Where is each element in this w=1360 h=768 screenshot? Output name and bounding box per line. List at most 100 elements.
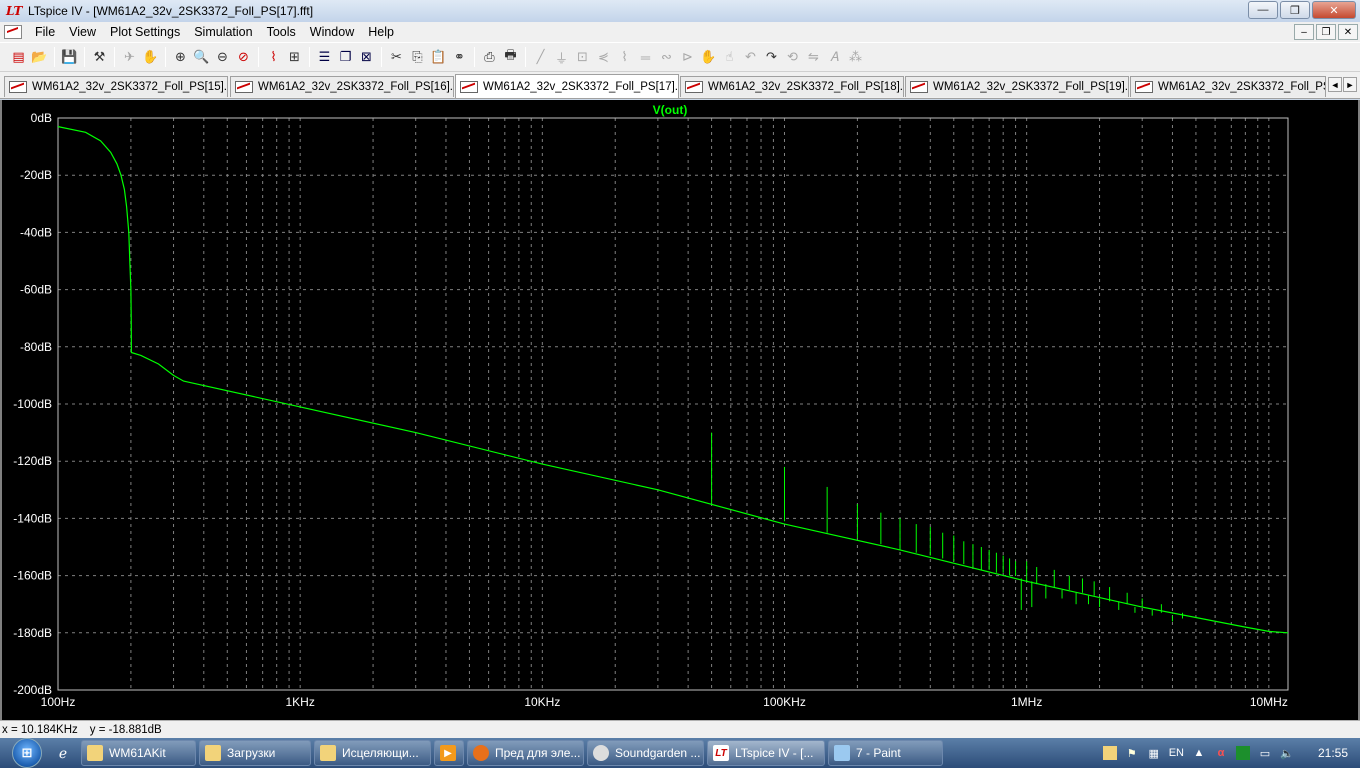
taskbar-item-folder[interactable]: Исцеляющи... (314, 740, 431, 766)
move-icon[interactable]: ✋ (698, 46, 719, 68)
open-icon[interactable]: 📂 (29, 46, 50, 68)
drag-icon[interactable]: ☝ (719, 46, 740, 68)
menu-plot-settings[interactable]: Plot Settings (103, 25, 187, 39)
fft-plot[interactable]: 0dB -20dB -40dB -60dB -80dB -100dB -120dB -140d… (2, 100, 1358, 720)
spice-directive-icon[interactable]: ⁂ (845, 46, 866, 68)
tab-ps19[interactable]: WM61A2_32v_2SK3372_Foll_PS[19].fft (905, 76, 1129, 97)
monitor-tray-icon[interactable]: ▭ (1258, 746, 1272, 760)
y-tick-label: -80dB (20, 340, 52, 354)
diode-icon[interactable]: ⊳ (677, 46, 698, 68)
tab-ps20[interactable]: WM61A2_32v_2SK3372_Foll_PS[20].fft (1130, 76, 1326, 97)
tab-ps17[interactable]: WM61A2_32v_2SK3372_Foll_PS[17].fft (455, 74, 679, 98)
redo-icon[interactable]: ↷ (761, 46, 782, 68)
document-icon[interactable] (4, 25, 22, 39)
run-icon[interactable]: ✈ (119, 46, 140, 68)
taskbar-item-downloads[interactable]: Загрузки (199, 740, 311, 766)
taskbar-item-media-player[interactable]: ▶ (434, 740, 464, 766)
restore-button[interactable]: ❐ (1280, 1, 1310, 19)
x-tick-label: 100KHz (763, 695, 806, 709)
zoom-in-icon[interactable]: ⊕ (170, 46, 191, 68)
close-all-icon[interactable]: ⊠ (356, 46, 377, 68)
taskbar-item-firefox[interactable]: Пред для эле... (467, 740, 584, 766)
toolbar-separator (525, 47, 526, 67)
text-icon[interactable]: 𝐴 (824, 46, 845, 68)
component-icon[interactable]: ⋞ (593, 46, 614, 68)
minimize-button[interactable]: — (1248, 1, 1278, 19)
waveform-plot-pane[interactable]: 0dB -20dB -40dB -60dB -80dB -100dB -120dB -140d… (0, 100, 1360, 720)
copy-icon[interactable]: ⎘ (407, 46, 428, 68)
menu-help[interactable]: Help (361, 25, 401, 39)
taskbar-item-paint[interactable]: 7 - Paint (828, 740, 943, 766)
control-panel-icon[interactable]: ⚒ (89, 46, 110, 68)
ground-icon[interactable]: ⏚ (551, 46, 572, 68)
zoom-cancel-icon[interactable]: ⊘ (233, 46, 254, 68)
capacitor-icon[interactable]: ═ (635, 46, 656, 68)
resistor-icon[interactable]: ⌇ (614, 46, 635, 68)
menu-file[interactable]: File (28, 25, 62, 39)
internet-explorer-icon[interactable]: ℯ (48, 740, 78, 766)
taskbar-item-wm61akit[interactable]: WM61AKit (81, 740, 196, 766)
green-tray-icon[interactable] (1235, 746, 1250, 760)
tab-ps15[interactable]: WM61A2_32v_2SK3372_Foll_PS[15].fft (4, 76, 228, 97)
network-tray-icon[interactable]: ▦ (1147, 746, 1161, 760)
menu-tools[interactable]: Tools (260, 25, 303, 39)
cut-icon[interactable]: ✂ (386, 46, 407, 68)
y-tick-label: -20dB (20, 168, 52, 182)
x-tick-label: 1MHz (1011, 695, 1042, 709)
zoom-fit-icon[interactable]: ⊖ (212, 46, 233, 68)
tile-horizontal-icon[interactable]: ☰ (314, 46, 335, 68)
x-tick-label: 100Hz (41, 695, 76, 709)
tab-label: WM61A2_32v_2SK3372_Foll_PS[20].fft (1158, 81, 1325, 93)
mirror-icon[interactable]: ⇋ (803, 46, 824, 68)
folder-tray-icon[interactable] (1102, 746, 1117, 760)
inductor-icon[interactable]: ∾ (656, 46, 677, 68)
start-button[interactable]: ⊞ (6, 738, 48, 768)
alpha-tray-icon[interactable]: α (1214, 746, 1228, 760)
zoom-back-icon[interactable]: 🔍 (191, 46, 212, 68)
close-button[interactable]: ✕ (1312, 1, 1356, 19)
trace-label[interactable]: V(out) (653, 103, 688, 117)
ltspice-logo-icon: LT (6, 4, 23, 18)
print-preview-icon[interactable]: ⎙ (479, 46, 500, 68)
autorange-icon[interactable]: ⌇ (263, 46, 284, 68)
paint-icon (834, 745, 850, 761)
print-icon[interactable]: 🖶 (500, 46, 521, 68)
task-label: Soundgarden ... (615, 746, 701, 760)
language-indicator[interactable]: EN (1169, 746, 1184, 760)
plot-settings-icon[interactable]: ⊞ (284, 46, 305, 68)
tab-label: WM61A2_32v_2SK3372_Foll_PS[19].fft (933, 81, 1129, 93)
halt-icon[interactable]: ✋ (140, 46, 161, 68)
window-controls: — ❐ ✕ (1248, 1, 1356, 19)
tab-ps16[interactable]: WM61A2_32v_2SK3372_Foll_PS[16].fft (230, 76, 454, 97)
taskbar-item-soundgarden[interactable]: Soundgarden ... (587, 740, 704, 766)
document-minimize-button[interactable]: – (1294, 24, 1314, 40)
flag-tray-icon[interactable]: ⚑ (1125, 746, 1139, 760)
y-tick-label: -120dB (13, 454, 52, 468)
tab-ps18[interactable]: WM61A2_32v_2SK3372_Foll_PS[18].fft (680, 76, 904, 97)
find-icon[interactable]: ⚭ (449, 46, 470, 68)
menu-window[interactable]: Window (303, 25, 361, 39)
tab-scroll-right-button[interactable]: ► (1343, 77, 1357, 92)
new-schematic-icon[interactable]: ▤ (8, 46, 29, 68)
tab-scroll-left-button[interactable]: ◄ (1328, 77, 1342, 92)
show-hidden-icons-icon[interactable]: ▲ (1192, 746, 1206, 760)
label-icon[interactable]: ⊡ (572, 46, 593, 68)
x-tick-label: 1KHz (285, 695, 314, 709)
document-close-button[interactable]: ✕ (1338, 24, 1358, 40)
undo-icon[interactable]: ↶ (740, 46, 761, 68)
clock[interactable]: 21:55 (1318, 746, 1348, 760)
save-icon[interactable]: 💾 (59, 46, 80, 68)
volume-icon[interactable]: 🔈 (1280, 746, 1294, 760)
taskbar-item-ltspice[interactable]: LT LTspice IV - [... (707, 740, 825, 766)
series-line-v-out (57, 126, 1289, 634)
menu-simulation[interactable]: Simulation (187, 25, 259, 39)
firefox-icon (473, 745, 489, 761)
rotate-icon[interactable]: ⟲ (782, 46, 803, 68)
toolbar-separator (84, 47, 85, 67)
paste-icon[interactable]: 📋 (428, 46, 449, 68)
menu-view[interactable]: View (62, 25, 103, 39)
document-restore-button[interactable]: ❐ (1316, 24, 1336, 40)
cascade-icon[interactable]: ❐ (335, 46, 356, 68)
toolbar: ▤ 📂 💾 ⚒ ✈ ✋ ⊕ 🔍 ⊖ ⊘ ⌇ ⊞ ☰ ❐ ⊠ ✂ ⎘ 📋 ⚭ ⎙ … (0, 42, 1360, 72)
wire-icon[interactable]: ╱ (530, 46, 551, 68)
